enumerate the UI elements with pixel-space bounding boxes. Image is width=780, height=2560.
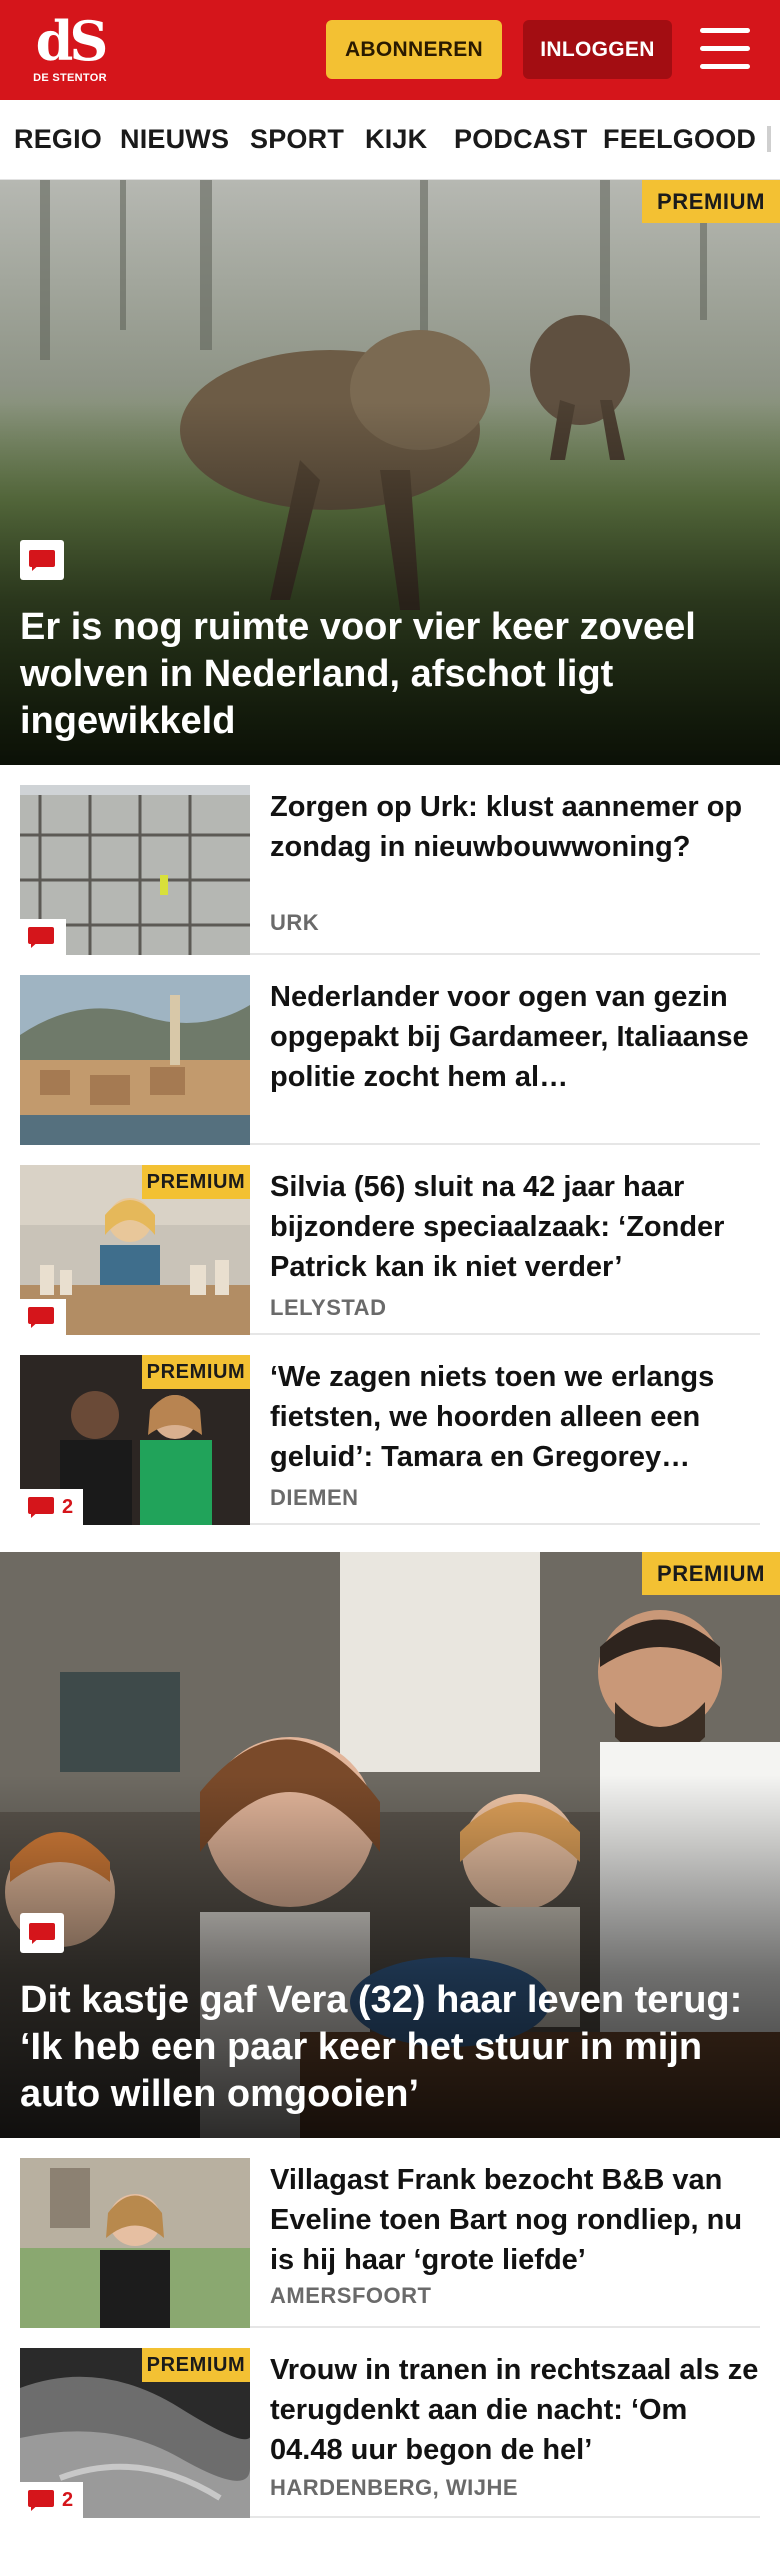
article-thumbnail[interactable] — [20, 2158, 250, 2328]
article-thumbnail[interactable] — [20, 975, 250, 1145]
login-button[interactable]: INLOGGEN — [523, 20, 672, 79]
comment-badge: 2 — [20, 1489, 84, 1525]
premium-badge: PREMIUM — [642, 180, 780, 223]
section-nav: REGIO NIEUWS SPORT KIJK PODCAST FEELGOOD — [0, 100, 780, 180]
comment-icon — [28, 1307, 54, 1328]
nav-item-kijk[interactable]: KIJK — [365, 124, 427, 155]
article-title[interactable]: Zorgen op Urk: klust aannemer op zondag … — [270, 787, 760, 867]
article-location: DIEMEN — [270, 1485, 359, 1510]
comment-badge — [20, 1299, 66, 1335]
nav-item-nieuws[interactable]: NIEUWS — [120, 124, 229, 155]
nav-item-regio[interactable]: REGIO — [14, 124, 102, 155]
nav-item-feelgood[interactable]: FEELGOOD — [603, 124, 756, 155]
thumbnail-image-woman — [20, 2158, 250, 2328]
list-item[interactable]: Nederlander voor ogen van gezin opgepakt… — [20, 955, 760, 1145]
hero-article-vera[interactable]: PREMIUM Dit kastje gaf Vera (32) haar le… — [0, 1552, 780, 2138]
article-title[interactable]: Vrouw in tranen in rechtszaal als ze ter… — [270, 2350, 760, 2470]
premium-badge: PREMIUM — [142, 2348, 250, 2382]
article-location: AMERSFOORT — [270, 2283, 432, 2308]
premium-badge: PREMIUM — [142, 1355, 250, 1389]
hero-title[interactable]: Er is nog ruimte voor vier keer zoveel w… — [20, 604, 760, 745]
article-thumbnail[interactable] — [20, 785, 250, 955]
top-header: dS DE STENTOR ABONNEREN INLOGGEN — [0, 0, 780, 100]
comment-count: 2 — [62, 1495, 74, 1518]
hero-title[interactable]: Dit kastje gaf Vera (32) haar leven teru… — [20, 1977, 760, 2118]
list-item[interactable]: Villagast Frank bezocht B&B van Eveline … — [20, 2138, 760, 2328]
comment-count: 2 — [62, 2488, 74, 2511]
list-item[interactable]: PREMIUM 2 ‘We zagen niets toen we erlang… — [20, 1335, 760, 1525]
article-location: URK — [270, 910, 320, 935]
list-item[interactable]: PREMIUM 2 Vrouw in tranen in rechtszaal … — [20, 2328, 760, 2518]
list-item[interactable]: Zorgen op Urk: klust aannemer op zondag … — [20, 765, 760, 955]
article-thumbnail[interactable]: PREMIUM — [20, 1165, 250, 1335]
comment-icon — [20, 1913, 64, 1953]
article-location: HARDENBERG, WIJHE — [270, 2475, 519, 2500]
logo-mark: dS — [35, 9, 109, 73]
premium-badge: PREMIUM — [642, 1552, 780, 1595]
hero-article-wolves[interactable]: PREMIUM Er is nog ruimte voor vier keer … — [0, 180, 780, 765]
comment-icon — [20, 540, 64, 580]
comment-icon — [28, 927, 54, 948]
site-logo[interactable]: dS DE STENTOR — [30, 12, 110, 92]
thumbnail-image-lake-village — [20, 975, 250, 1145]
article-title[interactable]: Nederlander voor ogen van gezin opgepakt… — [270, 977, 760, 1097]
article-title[interactable]: ‘We zagen niets toen we erlangs fietsten… — [270, 1357, 760, 1477]
nav-overflow-indicator — [767, 126, 771, 152]
list-item[interactable]: PREMIUM Silvia (56) sluit na 42 jaar haa… — [20, 1145, 760, 1335]
nav-item-sport[interactable]: SPORT — [250, 124, 344, 155]
article-title[interactable]: Villagast Frank bezocht B&B van Eveline … — [270, 2160, 760, 2280]
article-thumbnail[interactable]: PREMIUM 2 — [20, 1355, 250, 1525]
article-location: LELYSTAD — [270, 1295, 387, 1320]
premium-badge: PREMIUM — [142, 1165, 250, 1199]
nav-item-podcast[interactable]: PODCAST — [454, 124, 587, 155]
comment-icon — [28, 1497, 54, 1518]
subscribe-button[interactable]: ABONNEREN — [326, 20, 502, 79]
article-title[interactable]: Silvia (56) sluit na 42 jaar haar bijzon… — [270, 1167, 760, 1287]
comment-badge — [20, 919, 66, 955]
comment-icon — [28, 2490, 54, 2511]
menu-icon[interactable] — [700, 26, 750, 72]
article-thumbnail[interactable]: PREMIUM 2 — [20, 2348, 250, 2518]
logo-subtitle: DE STENTOR — [33, 72, 107, 84]
comment-badge: 2 — [20, 2482, 84, 2518]
